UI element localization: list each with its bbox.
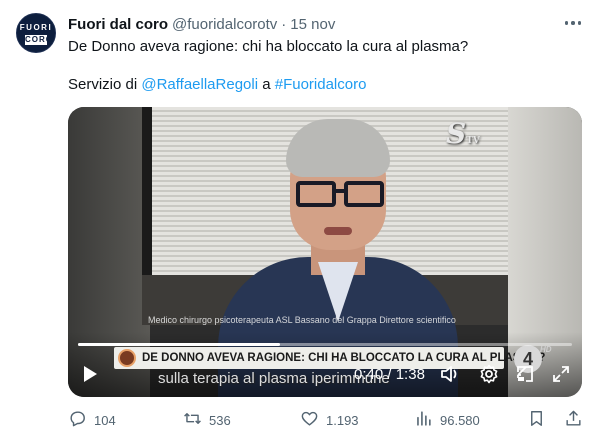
picture-in-picture-icon[interactable] — [514, 364, 536, 384]
avatar-text-bottom: CORO — [25, 35, 53, 45]
mention-link[interactable]: @RaffaellaRegoli — [141, 76, 258, 93]
video-sub-banner: sulla terapia al plasma iperimmune — [158, 370, 390, 387]
views-count: 96.580 — [440, 412, 480, 428]
bookmark-button[interactable] — [527, 408, 546, 432]
video-player[interactable]: STV Medico chirurgo psicoterapeuta ASL B… — [68, 107, 582, 397]
video-progress-fill — [78, 343, 280, 346]
program-logo-icon — [118, 349, 136, 367]
current-time: 0:40 — [354, 366, 384, 383]
tweet-credit: Servizio di @RaffaellaRegoli a #Fuoridal… — [68, 75, 366, 95]
views-button[interactable]: 96.580 — [414, 408, 480, 432]
avatar-text-top: FUORI — [19, 23, 53, 32]
share-icon — [564, 409, 583, 431]
tweet-date[interactable]: 15 nov — [290, 16, 335, 33]
header-separator: · — [281, 15, 287, 33]
hd-badge: HD — [540, 345, 552, 354]
settings-gear-icon[interactable] — [478, 364, 500, 384]
fullscreen-icon[interactable] — [550, 364, 572, 384]
repost-count: 536 — [209, 412, 231, 428]
action-bar: 104 536 1.193 96.580 — [68, 408, 582, 432]
account-name[interactable]: Fuori dal coro — [68, 16, 168, 33]
reply-bubble-icon — [68, 409, 87, 431]
reply-button[interactable]: 104 — [68, 408, 116, 432]
play-icon[interactable] — [80, 364, 100, 384]
reply-count: 104 — [94, 412, 116, 428]
video-time: 0:40 / 1:38 — [354, 366, 425, 383]
tweet-text: De Donno aveva ragione: chi ha bloccato … — [68, 38, 469, 55]
share-button[interactable] — [564, 408, 583, 432]
video-progress-bar[interactable] — [78, 343, 572, 346]
bookmark-icon — [527, 409, 546, 431]
tweet-card[interactable]: FUORI CORO Fuori dal coro @fuoridalcorot… — [0, 0, 600, 443]
duration: 1:38 — [395, 366, 425, 383]
like-button[interactable]: 1.193 — [300, 408, 359, 432]
video-caption-strip: Medico chirurgo psicoterapeuta ASL Bassa… — [148, 315, 456, 325]
repost-button[interactable]: 536 — [183, 408, 231, 432]
channel-logo: STV — [446, 117, 480, 150]
account-handle[interactable]: @fuoridalcorotv — [172, 16, 277, 33]
repost-icon — [183, 409, 202, 431]
credit-middle: a — [258, 76, 275, 93]
credit-prefix: Servizio di — [68, 76, 142, 93]
volume-icon[interactable] — [440, 364, 462, 384]
tweet-header: Fuori dal coro @fuoridalcorotv · 15 nov — [68, 14, 335, 34]
heart-icon — [300, 409, 319, 431]
like-count: 1.193 — [326, 412, 359, 428]
views-bar-chart-icon — [414, 409, 433, 431]
hashtag-link[interactable]: #Fuoridalcoro — [275, 76, 367, 93]
more-horizontal-icon[interactable] — [560, 12, 586, 34]
avatar[interactable]: FUORI CORO — [16, 13, 56, 53]
